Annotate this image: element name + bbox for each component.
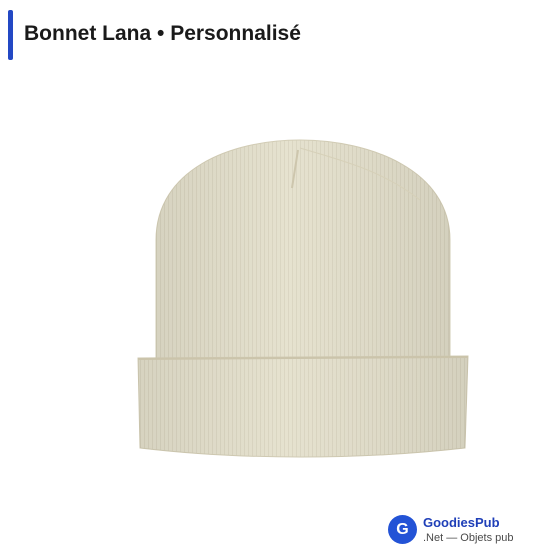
brand-name: GoodiesPub [423,515,500,530]
header: Bonnet Lana • Personnalisé [0,10,560,60]
title-accent-bar [8,10,13,60]
page-title: Bonnet Lana • Personnalisé [24,22,301,45]
brand-badge: G GoodiesPub .Net — Objets pub [388,513,558,549]
brand-logo-icon: G [388,515,417,544]
product-image [120,130,480,460]
beanie-hat-icon [137,139,469,458]
brand-tagline: .Net — Objets pub [423,532,514,544]
